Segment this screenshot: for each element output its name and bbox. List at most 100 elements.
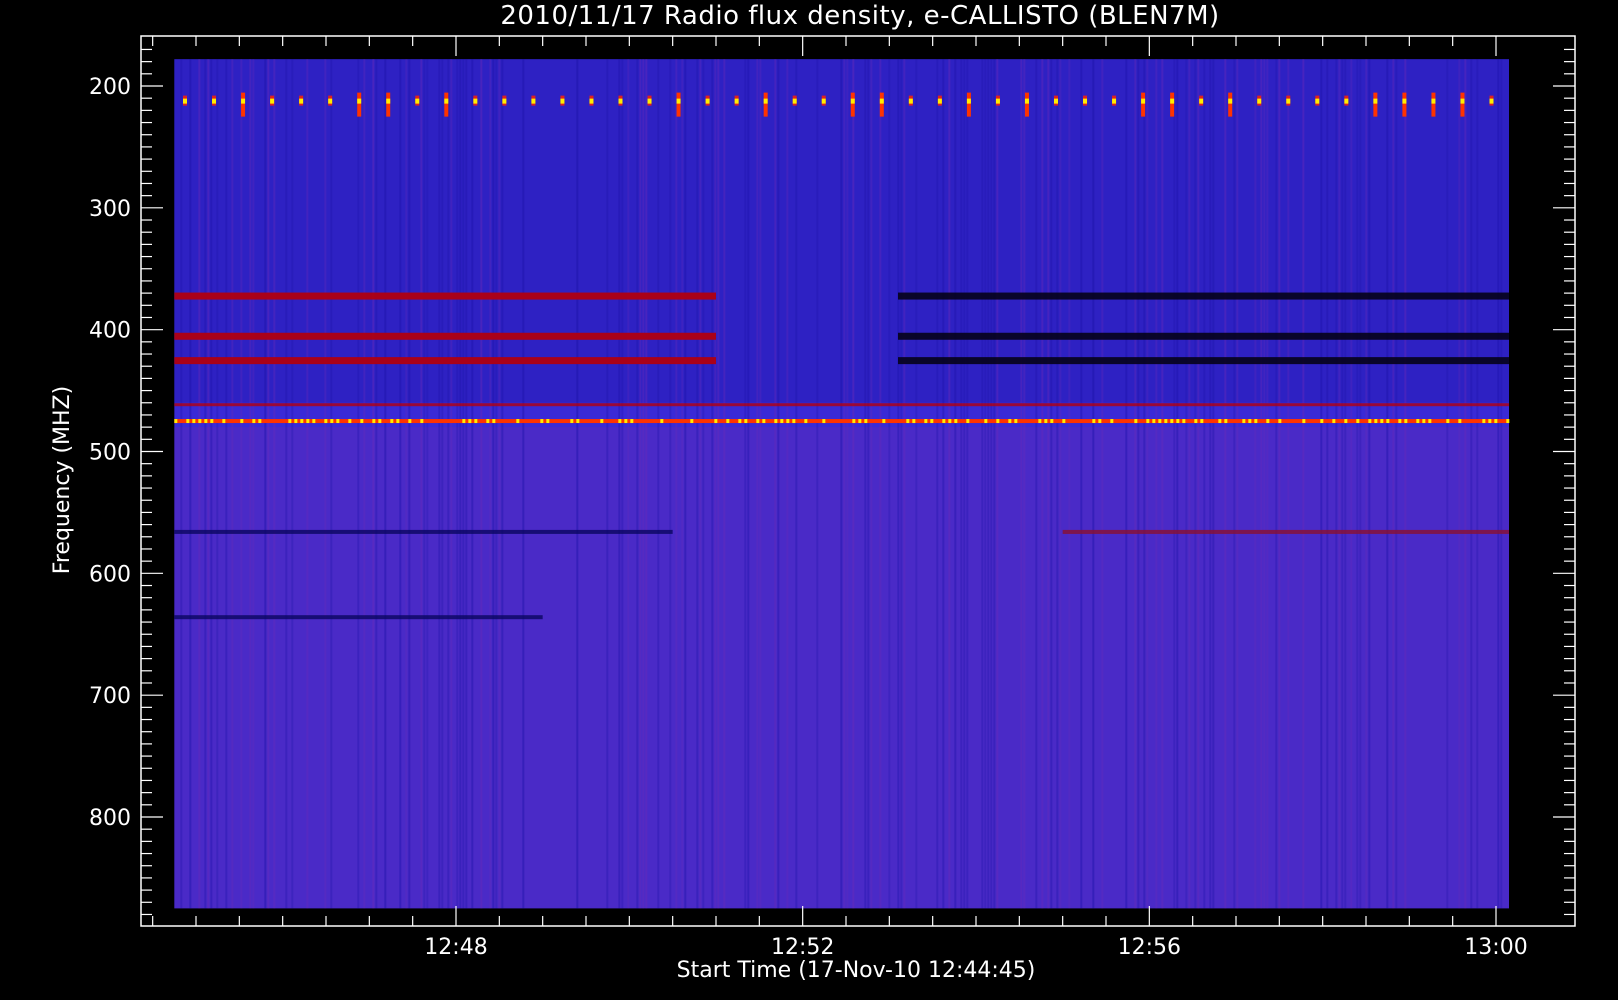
rfi-line-hot-spot [546,419,550,424]
noise-streak [1338,59,1341,909]
chart-title: 2010/11/17 Radio flux density, e-CALLIST… [500,1,1219,31]
rfi-band-dark [898,357,1509,365]
rfi-line-hot-spot [906,419,910,424]
noise-streak [267,59,270,909]
noise-streak [1197,59,1200,909]
rfi-line-hot-spot [1098,419,1102,424]
rfi-line-hot-spot [1488,419,1492,424]
noise-streak [714,59,717,909]
rfi-line-dark [174,529,673,534]
rfi-line-hot-spot [540,419,544,424]
noise-streak [966,59,969,909]
rfi-line-hot-spot [1344,419,1348,424]
noise-streak [1476,59,1479,909]
noise-streak [441,59,444,909]
noise-streak [1395,59,1398,909]
noise-streak [1266,59,1269,909]
rfi-line-hot-spot [1182,419,1186,424]
burst-core [299,98,304,104]
noise-streak [210,59,213,909]
noise-streak [1212,59,1215,909]
burst-core [1141,98,1146,104]
x-tick-label: 12:48 [424,935,487,960]
noise-streak [1350,59,1353,909]
rfi-line-hot-spot [204,419,208,424]
noise-streak [1173,59,1176,909]
burst-core [618,98,623,104]
noise-streak [207,59,210,909]
y-tick-label: 400 [89,319,131,344]
burst-core [763,98,768,104]
rfi-line-hot-spot [174,419,178,424]
rfi-line-hot-spot [1044,419,1048,424]
noise-streak [1392,59,1395,909]
burst-core [560,98,565,104]
burst-core [1024,98,1029,104]
y-tick-label: 700 [89,684,131,709]
noise-streak [426,59,429,909]
burst-mark [879,92,884,117]
rfi-line-hot-spot [312,419,316,424]
noise-streak [330,59,333,909]
noise-streak [285,59,288,909]
noise-streak [915,59,918,909]
noise-streak [384,59,387,909]
noise-streak [711,59,714,909]
noise-streak [1344,59,1347,909]
noise-streak [636,59,639,909]
burst-core [183,98,187,104]
noise-streak [495,59,498,909]
noise-streak [450,59,453,909]
noise-streak [846,59,849,909]
noise-streak [1254,59,1257,909]
rfi-line-hot-spot [258,419,262,424]
burst-mark [1170,92,1175,117]
burst-mark [386,92,391,117]
noise-streak [231,59,234,909]
noise-streak [576,59,579,909]
rfi-line-hot-spot [948,419,952,424]
burst-mark [241,92,246,117]
rfi-line-hot-spot [762,419,766,424]
noise-streak [1068,59,1071,909]
rfi-line-dark [174,615,543,620]
rfi-line-hot-spot [1386,419,1390,424]
rfi-line-hot-spot [1428,419,1432,424]
rfi-line-hot-spot [306,419,310,424]
burst-core [821,98,826,104]
noise-streak [984,59,987,909]
noise-streak [888,59,891,909]
noise-streak [264,59,267,909]
burst-mark [1373,92,1378,117]
noise-streak [723,59,726,909]
noise-streak [1224,59,1227,909]
noise-streak [180,59,183,909]
noise-streak [657,59,660,909]
burst-core [415,98,420,104]
noise-streak [903,59,906,909]
rfi-line-hot-spot [660,419,664,424]
noise-streak [669,59,672,909]
rfi-band-red [174,332,717,340]
noise-streak [675,59,678,909]
rfi-line-hot-spot [1200,419,1204,424]
x-tick-label: 12:52 [771,935,834,960]
rfi-line-hot-spot [852,419,856,424]
rfi-line-hot-spot [1254,419,1258,424]
noise-streak [1047,59,1050,909]
noise-streak [990,59,993,909]
rfi-line-hot-spot [408,419,412,424]
noise-streak [993,59,996,909]
noise-streak [786,59,789,909]
noise-streak [471,59,474,909]
noise-streak [273,59,276,909]
rfi-line-hot-spot [324,419,328,424]
noise-streak [681,59,684,909]
noise-streak [1233,59,1236,909]
rfi-line-hot-spot [1374,419,1378,424]
rfi-line-hot-spot [780,419,784,424]
rfi-line-hot-spot [462,419,466,424]
noise-streak [1500,59,1503,909]
burst-core [1344,98,1349,104]
rfi-line-hot-spot [1380,419,1384,424]
